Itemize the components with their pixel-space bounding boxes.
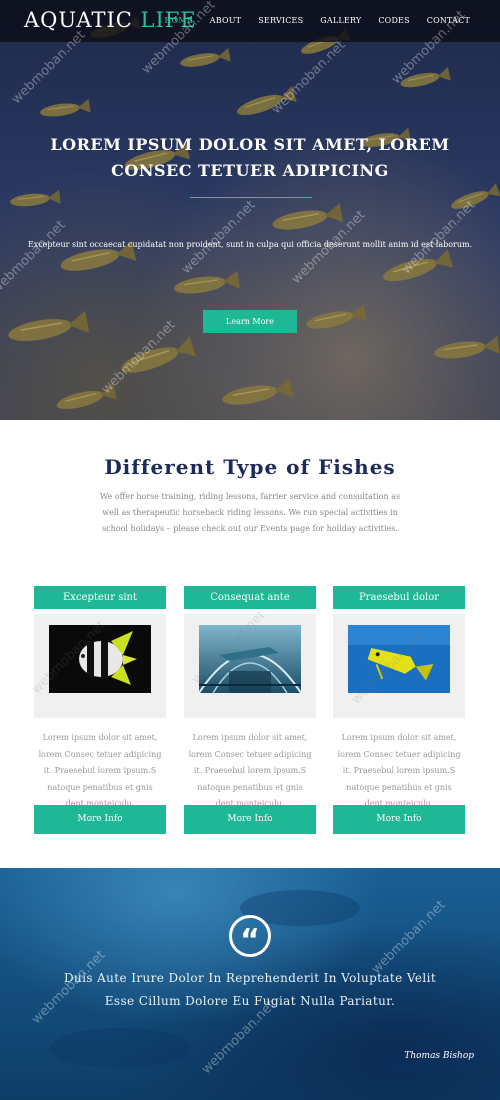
- nav-item-contact[interactable]: CONTACT: [427, 16, 470, 25]
- card-title: Praesebul dolor: [333, 586, 465, 609]
- more-info-button-2[interactable]: More Info: [184, 805, 316, 834]
- card-image-frame: [34, 614, 166, 718]
- aquarium-tunnel-image: [199, 625, 301, 693]
- main-nav: HOME ABOUT SERVICES GALLERY CODES CONTAC…: [147, 16, 470, 25]
- fish-card-1: Excepteur sint Lorem ipsum dolor sit ame…: [34, 586, 166, 834]
- card-text: Lorem ipsum dolor sit amet, lorem Consec…: [337, 733, 461, 808]
- nav-item-about[interactable]: ABOUT: [210, 16, 241, 25]
- card-image-frame: [333, 614, 465, 718]
- more-info-button-3[interactable]: More Info: [333, 805, 465, 834]
- testimonial-text: Duis Aute Irure Dolor In Reprehenderit I…: [63, 971, 437, 1008]
- nav-item-home[interactable]: HOME: [164, 16, 192, 25]
- testimonial-author: Thomas Bishop: [404, 1051, 474, 1061]
- more-info-button-1[interactable]: More Info: [34, 805, 166, 834]
- logo-word-aquatic: AQUATIC: [24, 8, 133, 32]
- nav-item-services[interactable]: SERVICES: [258, 16, 303, 25]
- school-of-fish-background: [5, 14, 500, 415]
- hero-title: LOREM IPSUM DOLOR SIT AMET, LOREM CONSEC…: [50, 135, 450, 180]
- learn-more-button[interactable]: Learn More: [203, 310, 297, 333]
- card-title: Excepteur sint: [34, 586, 166, 609]
- hero-divider: [190, 197, 312, 198]
- fish-section-description: We offer horse training, riding lessons,…: [99, 492, 401, 533]
- fish-section-title: Different Type of Fishes: [104, 455, 396, 479]
- card-title: Consequat ante: [184, 586, 316, 609]
- card-image-frame: [184, 614, 316, 718]
- fish-card-2: Consequat ante Lorem ipsum dolor sit ame…: [184, 586, 316, 834]
- yellow-boxfish-image: [348, 625, 450, 693]
- nav-item-gallery[interactable]: GALLERY: [320, 16, 361, 25]
- nav-item-codes[interactable]: CODES: [378, 16, 409, 25]
- card-text: Lorem ipsum dolor sit amet, lorem Consec…: [188, 733, 312, 808]
- top-navigation-bar: AQUATIC LIFE HOME ABOUT SERVICES GALLERY…: [0, 0, 500, 42]
- striped-angelfish-image: [49, 625, 151, 693]
- testimonial-section: “ Duis Aute Irure Dolor In Reprehenderit…: [0, 868, 500, 1100]
- card-text: Lorem ipsum dolor sit amet, lorem Consec…: [38, 733, 162, 808]
- fish-card-3: Praesebul dolor Lorem ipsum dolor sit am…: [333, 586, 465, 834]
- hero-text: Excepteur sint occaecat cupidatat non pr…: [27, 240, 473, 249]
- hero-banner: AQUATIC LIFE HOME ABOUT SERVICES GALLERY…: [0, 0, 500, 420]
- quote-icon: “: [229, 915, 271, 958]
